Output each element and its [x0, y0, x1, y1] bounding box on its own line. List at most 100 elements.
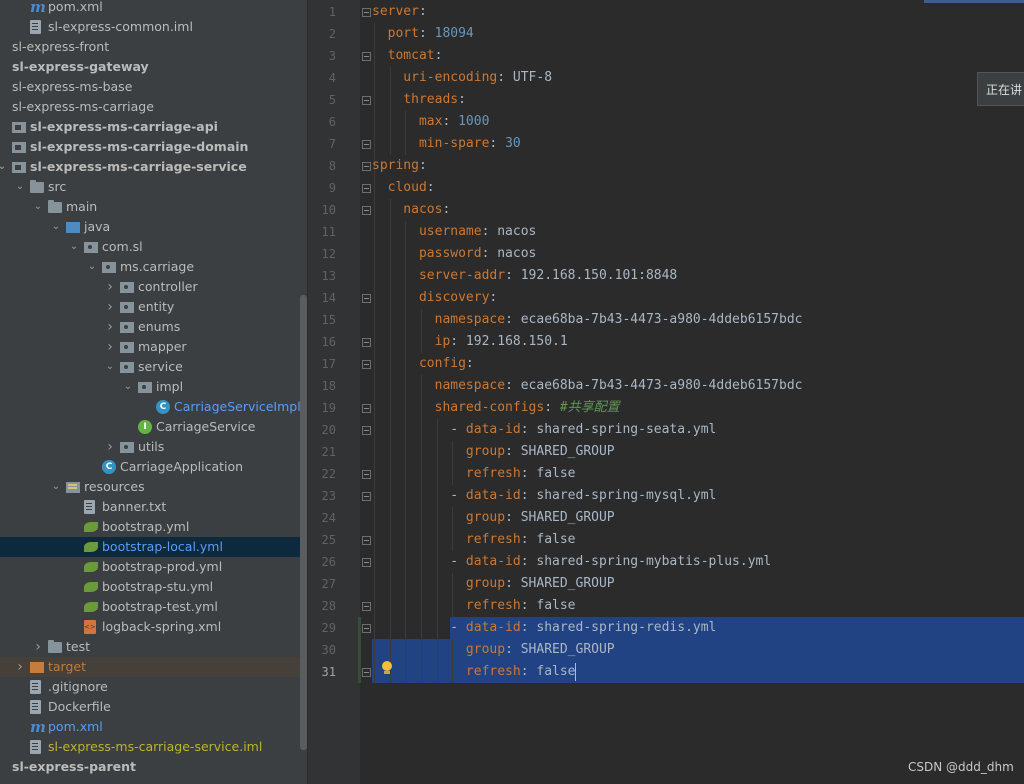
code-line[interactable]: group: SHARED_GROUP — [372, 573, 615, 595]
code-line[interactable]: group: SHARED_GROUP — [372, 441, 615, 463]
chevron-down-icon[interactable]: ⌄ — [50, 217, 62, 237]
fold-marker-icon[interactable] — [362, 360, 371, 369]
tree-item[interactable]: sl-express-ms-base — [0, 77, 308, 97]
code-line[interactable]: namespace: ecae68ba-7b43-4473-a980-4ddeb… — [372, 309, 803, 331]
code-line[interactable]: uri-encoding: UTF-8 — [372, 67, 552, 89]
tree-item[interactable]: bootstrap-prod.yml — [0, 557, 308, 577]
tree-item[interactable]: m pom.xml — [0, 717, 308, 737]
tree-item[interactable]: ⌄ sl-express-ms-carriage-service — [0, 157, 308, 177]
fold-marker-icon[interactable] — [362, 140, 371, 149]
tree-item[interactable]: ⌄ ms.carriage — [0, 257, 308, 277]
chevron-down-icon[interactable]: ⌄ — [122, 377, 134, 397]
lightbulb-icon[interactable] — [381, 661, 393, 675]
fold-marker-icon[interactable] — [362, 470, 371, 479]
tree-item[interactable]: .gitignore — [0, 677, 308, 697]
code-line[interactable]: group: SHARED_GROUP — [372, 507, 615, 529]
tree-item[interactable]: › mapper — [0, 337, 308, 357]
code-line[interactable]: server-addr: 192.168.150.101:8848 — [372, 265, 677, 287]
fold-marker-icon[interactable] — [362, 558, 371, 567]
code-line[interactable]: tomcat: — [372, 45, 443, 67]
code-line[interactable]: discovery: — [372, 287, 497, 309]
chevron-right-icon[interactable]: › — [104, 277, 116, 297]
code-line[interactable]: refresh: false — [372, 463, 576, 485]
tree-item[interactable]: sl-express-parent — [0, 757, 308, 777]
chevron-right-icon[interactable]: › — [14, 657, 26, 677]
fold-marker-icon[interactable] — [362, 52, 371, 61]
fold-marker-icon[interactable] — [362, 8, 371, 17]
fold-marker-icon[interactable] — [362, 162, 371, 171]
tree-item[interactable]: sl-express-ms-carriage-api — [0, 117, 308, 137]
project-tree-scrollbar[interactable] — [300, 295, 307, 750]
tree-item[interactable]: bootstrap-local.yml — [0, 537, 308, 557]
code-line[interactable]: refresh: false — [372, 529, 576, 551]
fold-marker-icon[interactable] — [362, 668, 371, 677]
chevron-down-icon[interactable]: ⌄ — [32, 197, 44, 217]
tree-item[interactable]: › target — [0, 657, 308, 677]
fold-marker-icon[interactable] — [362, 404, 371, 413]
tree-item[interactable]: bootstrap-stu.yml — [0, 577, 308, 597]
project-tree-panel[interactable]: m pom.xml sl-express-common.iml sl-express-… — [0, 0, 308, 784]
chevron-down-icon[interactable]: ⌄ — [104, 357, 116, 377]
tree-item[interactable]: › entity — [0, 297, 308, 317]
code-line[interactable]: cloud: — [372, 177, 435, 199]
fold-marker-icon[interactable] — [362, 602, 371, 611]
fold-marker-icon[interactable] — [362, 492, 371, 501]
chevron-right-icon[interactable]: › — [104, 297, 116, 317]
code-line[interactable]: server: — [372, 1, 427, 23]
tree-item[interactable]: › utils — [0, 437, 308, 457]
tree-item[interactable]: ⌄ java — [0, 217, 308, 237]
code-line[interactable]: shared-configs: #共享配置 — [372, 397, 620, 419]
fold-marker-icon[interactable] — [362, 206, 371, 215]
fold-marker-icon[interactable] — [362, 624, 371, 633]
code-line[interactable]: spring: — [372, 155, 427, 177]
tree-item[interactable]: logback-spring.xml — [0, 617, 308, 637]
code-line[interactable]: max: 1000 — [372, 111, 489, 133]
tree-item[interactable]: ⌄ service — [0, 357, 308, 377]
code-line[interactable]: ip: 192.168.150.1 — [372, 331, 568, 353]
tree-item[interactable]: sl-express-common.iml — [0, 17, 308, 37]
chevron-right-icon[interactable]: › — [104, 317, 116, 337]
chevron-right-icon[interactable]: › — [32, 637, 44, 657]
code-line[interactable]: namespace: ecae68ba-7b43-4473-a980-4ddeb… — [372, 375, 803, 397]
fold-marker-icon[interactable] — [362, 536, 371, 545]
chevron-down-icon[interactable]: ⌄ — [68, 237, 80, 257]
code-line[interactable]: threads: — [372, 89, 466, 111]
code-line[interactable]: - data-id: shared-spring-seata.yml — [372, 419, 716, 441]
code-line[interactable]: password: nacos — [372, 243, 536, 265]
tree-item[interactable]: › enums — [0, 317, 308, 337]
tree-item[interactable]: ⌄ main — [0, 197, 308, 217]
chevron-right-icon[interactable]: › — [104, 337, 116, 357]
fold-marker-icon[interactable] — [362, 294, 371, 303]
tree-item[interactable]: ⌄ src — [0, 177, 308, 197]
tree-item[interactable]: sl-express-ms-carriage-domain — [0, 137, 308, 157]
chevron-right-icon[interactable]: › — [104, 437, 116, 457]
code-line[interactable]: nacos: — [372, 199, 450, 221]
tree-item[interactable]: ⌄ impl — [0, 377, 308, 397]
tree-item[interactable]: › test — [0, 637, 308, 657]
code-line[interactable]: - data-id: shared-spring-redis.yml — [372, 617, 716, 639]
code-line[interactable]: refresh: false — [372, 661, 576, 683]
tree-item[interactable]: sl-express-gateway — [0, 57, 308, 77]
code-line[interactable]: port: 18094 — [372, 23, 474, 45]
chevron-down-icon[interactable]: ⌄ — [0, 157, 8, 177]
fold-marker-icon[interactable] — [362, 426, 371, 435]
tree-item[interactable]: banner.txt — [0, 497, 308, 517]
tree-item[interactable]: C CarriageApplication — [0, 457, 308, 477]
tree-item[interactable]: sl-express-ms-carriage-service.iml — [0, 737, 308, 757]
fold-marker-icon[interactable] — [362, 338, 371, 347]
code-line[interactable]: - data-id: shared-spring-mybatis-plus.ym… — [372, 551, 771, 573]
fold-marker-icon[interactable] — [362, 184, 371, 193]
chevron-down-icon[interactable]: ⌄ — [14, 177, 26, 197]
tree-item[interactable]: Dockerfile — [0, 697, 308, 717]
fold-marker-icon[interactable] — [362, 96, 371, 105]
code-line[interactable]: - data-id: shared-spring-mysql.yml — [372, 485, 716, 507]
tree-item[interactable]: ⌄ com.sl — [0, 237, 308, 257]
chevron-down-icon[interactable]: ⌄ — [50, 477, 62, 497]
tree-item[interactable]: bootstrap-test.yml — [0, 597, 308, 617]
tree-item[interactable]: ⌄ resources — [0, 477, 308, 497]
tree-item[interactable]: I CarriageService — [0, 417, 308, 437]
tree-item[interactable]: bootstrap.yml — [0, 517, 308, 537]
code-line[interactable]: group: SHARED_GROUP — [372, 639, 615, 661]
code-line[interactable]: username: nacos — [372, 221, 536, 243]
tree-item[interactable]: m pom.xml — [0, 0, 308, 17]
